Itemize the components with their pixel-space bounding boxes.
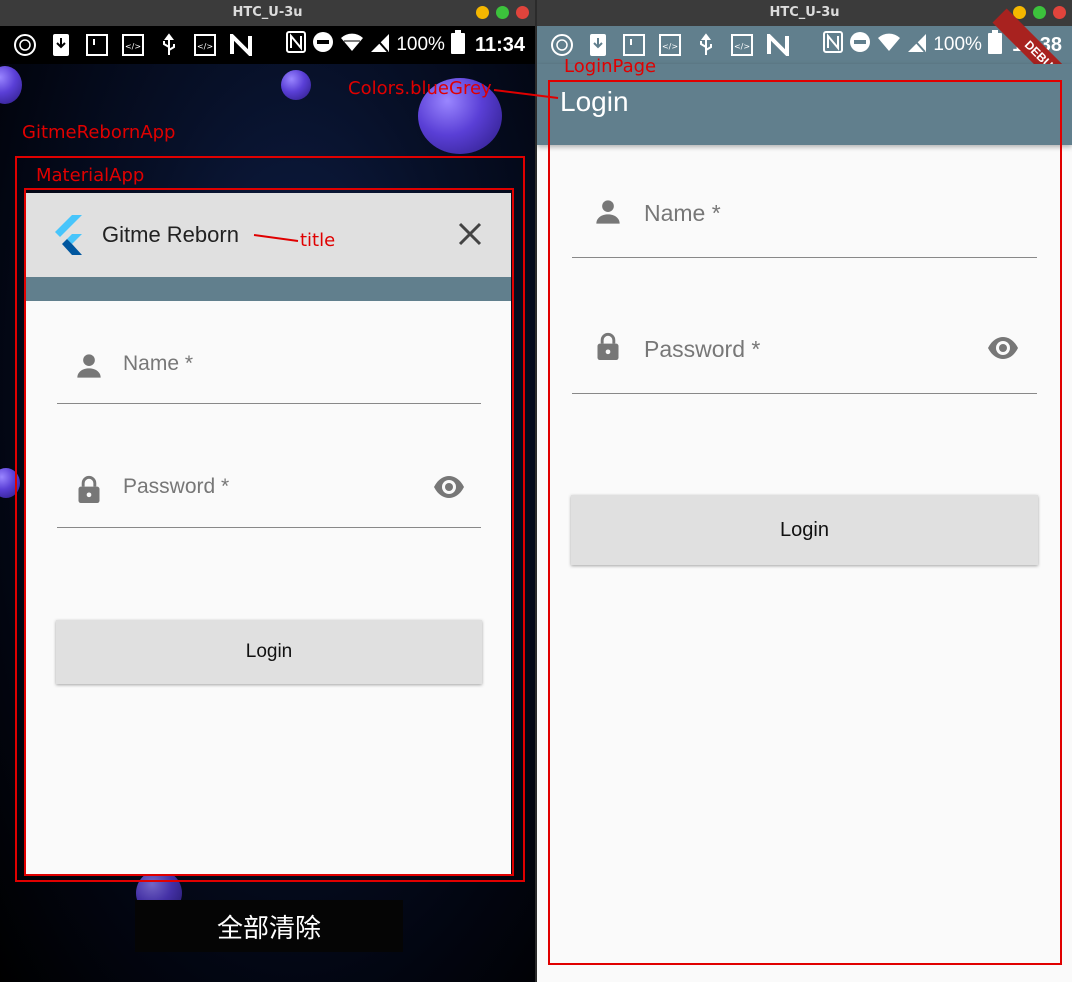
window-controls <box>476 6 529 19</box>
code-icon: </> <box>657 32 683 58</box>
svg-text:</>: </> <box>662 42 678 51</box>
sim-icon <box>84 32 110 58</box>
login-button[interactable]: Login <box>56 620 482 684</box>
password-field[interactable]: Password * <box>57 461 481 528</box>
clear-all-button[interactable]: 全部清除 <box>135 900 403 952</box>
n-icon <box>228 32 254 58</box>
app-icon <box>549 32 575 58</box>
annotation-arrow-title <box>253 234 299 242</box>
battery-icon <box>450 30 465 60</box>
battery-percent: 100% <box>933 34 982 55</box>
clock: 11:34 <box>474 33 525 56</box>
code-icon: </> <box>192 32 218 58</box>
no-signal-icon <box>907 31 927 59</box>
download-icon <box>585 32 611 58</box>
nfc-icon <box>823 31 844 59</box>
download-icon <box>48 32 74 58</box>
window-controls <box>1013 6 1066 19</box>
wifi-icon <box>877 31 901 59</box>
svg-text:</>: </> <box>734 42 750 51</box>
right-emulator-window: HTC_U-3u </> </> 100% 11:38 DEBUG Login <box>537 0 1072 982</box>
maximize-button[interactable] <box>496 6 509 19</box>
dnd-icon <box>312 31 334 59</box>
svg-text:</>: </> <box>125 42 141 51</box>
close-window-button[interactable] <box>1053 6 1066 19</box>
app-switcher-background: Colors.blueGrey GitmeRebornApp MaterialA… <box>0 64 535 982</box>
window-title: HTC_U-3u <box>769 5 840 20</box>
lock-icon <box>78 475 100 503</box>
name-field[interactable]: Name * <box>57 338 481 404</box>
window-title: HTC_U-3u <box>232 5 303 20</box>
annotation-arrow-bluegrey <box>493 89 559 99</box>
flutter-logo-icon <box>55 215 82 255</box>
annotation-material: MaterialApp <box>36 165 145 186</box>
wifi-icon <box>340 31 364 59</box>
person-icon <box>77 354 101 378</box>
window-titlebar: HTC_U-3u <box>0 0 535 26</box>
annotation-title: title <box>300 230 336 251</box>
close-icon[interactable] <box>457 221 483 247</box>
sim-icon <box>621 32 647 58</box>
battery-icon <box>987 30 1002 60</box>
bubble-decoration <box>281 70 311 100</box>
close-window-button[interactable] <box>516 6 529 19</box>
bubble-decoration <box>0 66 22 104</box>
annotation-app: GitmeRebornApp <box>22 122 176 143</box>
usb-icon <box>693 32 719 58</box>
status-right: 100% 11:34 <box>286 26 525 64</box>
annotation-loginpage: LoginPage <box>564 56 657 77</box>
recent-app-card[interactable]: Gitme Reborn Name * Password * Login <box>26 193 511 874</box>
code-icon: </> <box>120 32 146 58</box>
password-label: Password * <box>123 475 230 498</box>
minimize-button[interactable] <box>476 6 489 19</box>
name-label: Name * <box>123 352 194 375</box>
annotation-box-loginpage <box>548 80 1062 965</box>
nfc-icon <box>286 31 307 59</box>
svg-text:</>: </> <box>197 42 213 51</box>
appbar-strip <box>26 277 511 301</box>
left-emulator-window: HTC_U-3u </> </> 100% 11:34 Colors.blueG… <box>0 0 535 982</box>
no-signal-icon <box>370 31 390 59</box>
battery-percent: 100% <box>396 34 445 55</box>
card-title: Gitme Reborn <box>102 222 239 247</box>
dnd-icon <box>849 31 871 59</box>
usb-icon <box>156 32 182 58</box>
visibility-icon[interactable] <box>433 471 465 503</box>
status-bar: </> </> 100% 11:34 <box>0 26 535 64</box>
maximize-button[interactable] <box>1033 6 1046 19</box>
code-icon: </> <box>729 32 755 58</box>
annotation-colors-bluegrey: Colors.blueGrey <box>348 78 492 99</box>
n-icon <box>765 32 791 58</box>
app-icon <box>12 32 38 58</box>
